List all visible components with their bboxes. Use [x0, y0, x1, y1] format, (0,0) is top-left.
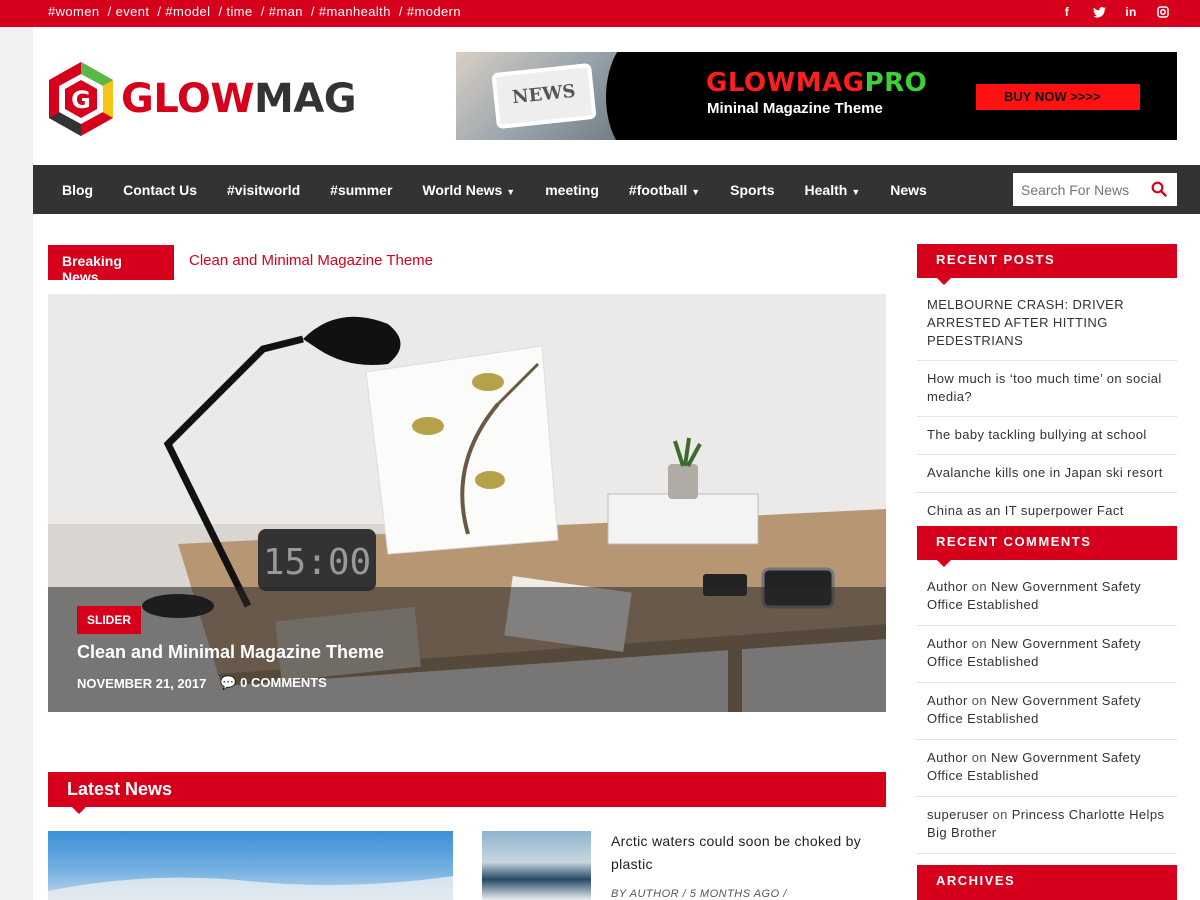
caret-down-icon: ▼: [506, 186, 516, 197]
recent-comment-item: Author on New Government Safety Office E…: [917, 626, 1177, 683]
instagram-icon[interactable]: [1156, 5, 1170, 19]
search-input[interactable]: [1013, 173, 1143, 206]
search-icon[interactable]: [1151, 181, 1167, 197]
promo-banner[interactable]: NEWS GLOWMAGPRO Mininal Magazine Theme B…: [456, 52, 1177, 140]
banner-curve: [606, 52, 686, 140]
comment-author[interactable]: Author: [927, 693, 968, 708]
nav-item-sports[interactable]: Sports: [715, 182, 789, 198]
nav-item-contact-us[interactable]: Contact Us: [108, 182, 212, 198]
nav-item-football[interactable]: #football ▼: [614, 182, 715, 198]
recent-comment-item: superuser on Princess Charlotte Helps Bi…: [917, 797, 1177, 854]
nav-item-health[interactable]: Health ▼: [790, 182, 876, 198]
search-box: [1013, 173, 1177, 206]
nav-item-visitworld[interactable]: #visitworld: [212, 182, 315, 198]
heading-notch: [937, 278, 951, 285]
slider-category-badge[interactable]: SLIDER: [77, 606, 142, 634]
clock-text: 15:00: [263, 542, 371, 583]
slider-meta: NOVEMBER 21, 2017 💬 0 COMMENTS: [77, 675, 327, 691]
tag-link[interactable]: / #model: [157, 4, 210, 19]
tag-link[interactable]: / #manhealth: [311, 4, 391, 19]
buy-now-button[interactable]: BUY NOW >>>>: [976, 84, 1140, 110]
caret-down-icon: ▼: [691, 186, 701, 197]
breaking-news-label: Breaking News: [48, 245, 174, 285]
recent-post-item[interactable]: How much is ‘too much time’ on social me…: [917, 361, 1177, 417]
recent-comment-item: Author on New Government Safety Office E…: [917, 683, 1177, 740]
comment-author[interactable]: Author: [927, 579, 968, 594]
heading-notch: [72, 807, 86, 814]
nav-item-news[interactable]: News: [875, 182, 942, 198]
heading-notch: [937, 560, 951, 567]
tag-link[interactable]: / #man: [261, 4, 303, 19]
tag-link[interactable]: / time: [218, 4, 252, 19]
banner-title: GLOWMAGPRO: [706, 68, 928, 98]
main-nav: Blog Contact Us #visitworld #summer Worl…: [33, 165, 1200, 214]
linkedin-icon[interactable]: in: [1124, 5, 1138, 19]
tag-link[interactable]: #women: [48, 4, 100, 19]
recent-comments-list: Author on New Government Safety Office E…: [917, 569, 1177, 854]
tag-list: #women / event / #model / time / #man / …: [48, 4, 465, 19]
slider-title[interactable]: Clean and Minimal Magazine Theme: [77, 642, 384, 663]
comment-author[interactable]: Author: [927, 750, 968, 765]
tag-link[interactable]: / event: [108, 4, 150, 19]
twitter-icon[interactable]: [1092, 5, 1106, 19]
phone-image: NEWS: [491, 62, 597, 130]
svg-text:G: G: [71, 86, 91, 114]
comment-author[interactable]: Author: [927, 636, 968, 651]
archives-heading: ARCHIVES: [917, 865, 1177, 900]
breaking-news: Breaking News Clean and Minimal Magazine…: [48, 245, 433, 287]
comments-count[interactable]: 💬 0 COMMENTS: [220, 675, 326, 691]
recent-comment-item: Author on New Government Safety Office E…: [917, 569, 1177, 626]
comment-icon: 💬: [220, 675, 237, 690]
news-thumbnail[interactable]: [482, 831, 591, 900]
news-title[interactable]: Arctic waters could soon be choked by pl…: [611, 830, 881, 876]
nav-item-meeting[interactable]: meeting: [530, 182, 614, 198]
latest-news-featured-image[interactable]: [48, 831, 453, 900]
nav-item-summer[interactable]: #summer: [315, 182, 407, 198]
nav-item-blog[interactable]: Blog: [47, 182, 108, 198]
recent-comment-item: Author on New Government Safety Office E…: [917, 740, 1177, 797]
tag-link[interactable]: / #modern: [399, 4, 461, 19]
recent-post-item[interactable]: MELBOURNE CRASH: DRIVER ARRESTED AFTER H…: [917, 287, 1177, 361]
recent-post-item[interactable]: Avalanche kills one in Japan ski resort: [917, 455, 1177, 493]
logo-hexagon-icon: G: [49, 62, 113, 136]
top-bar: #women / event / #model / time / #man / …: [0, 0, 1200, 27]
recent-posts-heading: RECENT POSTS: [917, 244, 1177, 285]
recent-posts-list: MELBOURNE CRASH: DRIVER ARRESTED AFTER H…: [917, 287, 1177, 531]
comment-author[interactable]: superuser: [927, 807, 988, 822]
recent-post-item[interactable]: The baby tackling bullying at school: [917, 417, 1177, 455]
banner-subtitle: Mininal Magazine Theme: [707, 100, 883, 117]
caret-down-icon: ▼: [851, 186, 861, 197]
site-logo[interactable]: G GLOWMAG: [47, 60, 357, 138]
breaking-news-headline[interactable]: Clean and Minimal Magazine Theme: [189, 252, 433, 269]
nav-item-world-news[interactable]: World News ▼: [407, 182, 530, 198]
featured-slider[interactable]: 15:00 SLIDER Clean and Minimal Magazine …: [48, 294, 886, 712]
news-meta: BY AUTHOR / 5 MONTHS AGO /: [611, 888, 787, 900]
post-date: NOVEMBER 21, 2017: [77, 675, 207, 691]
latest-news-heading: Latest News: [48, 772, 886, 814]
logo-text: GLOWMAG: [121, 76, 357, 122]
facebook-icon[interactable]: f: [1060, 5, 1074, 19]
social-links: f in: [1060, 5, 1170, 19]
recent-comments-heading: RECENT COMMENTS: [917, 526, 1177, 567]
